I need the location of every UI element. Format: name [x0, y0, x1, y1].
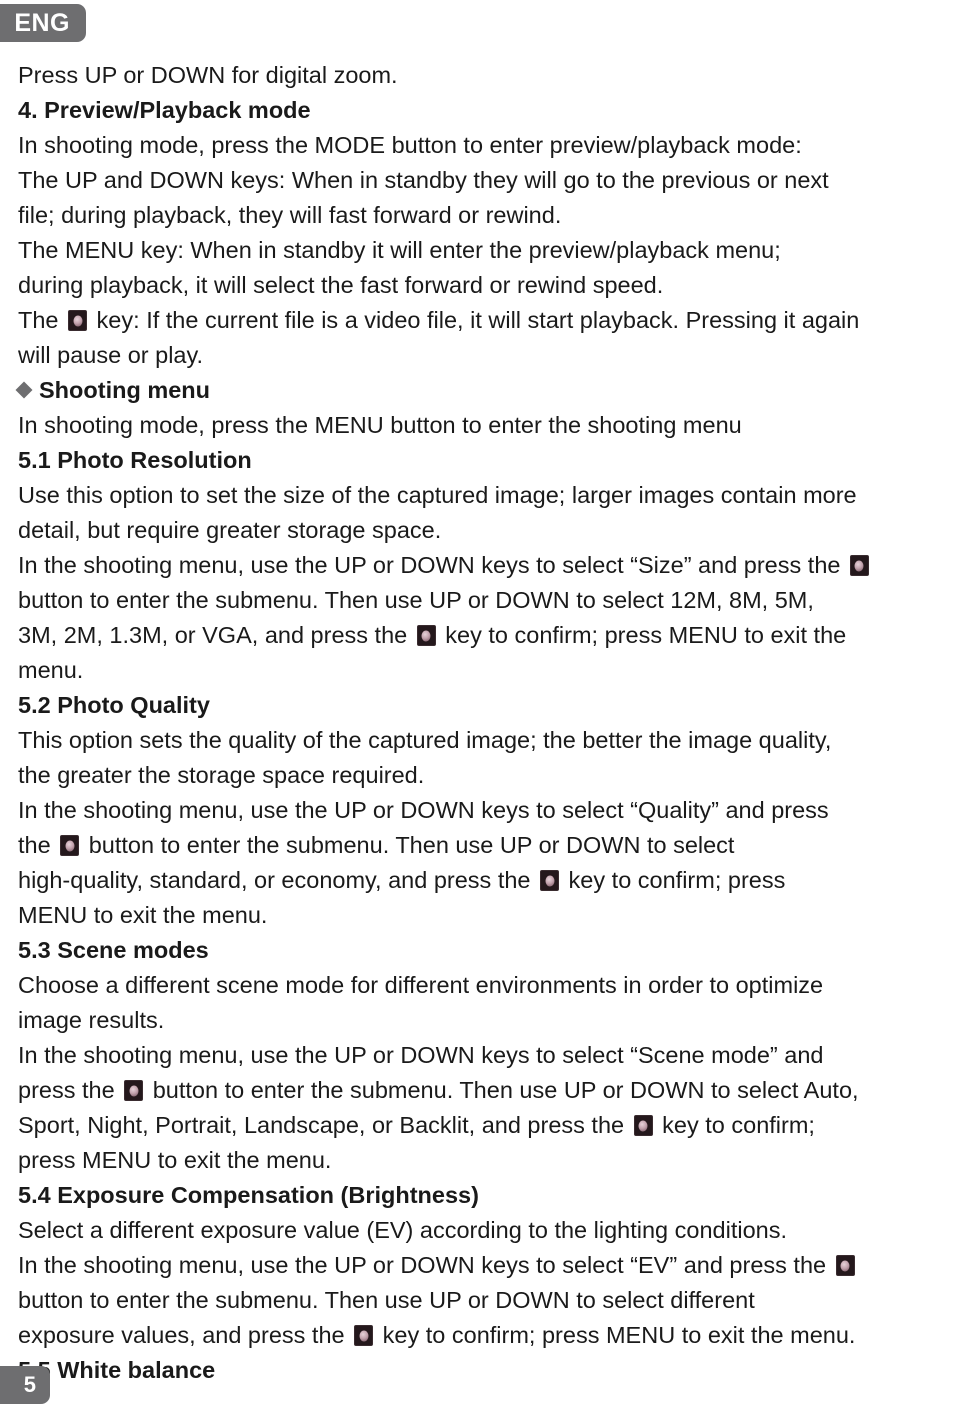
document-body: Press UP or DOWN for digital zoom. 4. Pre…: [15, 58, 952, 1388]
camera-shutter-key-icon: [124, 1080, 144, 1101]
text-run: button to enter the submenu. Then use UP…: [18, 587, 814, 613]
section-heading: Shooting menu: [15, 373, 952, 408]
body-line: will pause or play.: [18, 338, 952, 373]
language-badge-label: ENG: [14, 8, 70, 37]
page-number-label: 5: [23, 1372, 36, 1397]
body-line: button to enter the submenu. Then use UP…: [18, 1283, 952, 1318]
body-line: press the button to enter the submenu. T…: [18, 1073, 952, 1108]
body-line: button to enter the submenu. Then use UP…: [18, 583, 952, 618]
text-run: will pause or play.: [18, 342, 204, 368]
body-line: detail, but require greater storage spac…: [18, 513, 952, 548]
text-run: 5.3 Scene modes: [18, 937, 209, 963]
text-run: the greater the storage space required.: [18, 762, 425, 788]
body-line: file; during playback, they will fast fo…: [18, 198, 952, 233]
text-run: This option sets the quality of the capt…: [18, 727, 832, 753]
text-run: button to enter the submenu. Then use UP…: [18, 1287, 755, 1313]
section-heading: 5.3 Scene modes: [18, 933, 952, 968]
body-line: MENU to exit the menu.: [18, 898, 952, 933]
text-run: The MENU key: When in standby it will en…: [18, 237, 781, 263]
text-run: In the shooting menu, use the UP or DOWN…: [18, 1042, 824, 1068]
body-line: In the shooting menu, use the UP or DOWN…: [18, 793, 952, 828]
body-line: the greater the storage space required.: [18, 758, 952, 793]
section-heading: 5.2 Photo Quality: [18, 688, 952, 723]
body-line: press MENU to exit the menu.: [18, 1143, 952, 1178]
text-run: MENU to exit the menu.: [18, 902, 268, 928]
text-run: press the: [18, 1077, 122, 1103]
text-run: menu.: [18, 657, 84, 683]
section-heading: 5.1 Photo Resolution: [18, 443, 952, 478]
body-line: Use this option to set the size of the c…: [18, 478, 952, 513]
section-heading: 5.4 Exposure Compensation (Brightness): [18, 1178, 952, 1213]
text-run: In shooting mode, press the MENU button …: [18, 412, 742, 438]
text-run: press MENU to exit the menu.: [18, 1147, 332, 1173]
text-run: key to confirm; press: [562, 867, 786, 893]
text-run: In the shooting menu, use the UP or DOWN…: [18, 552, 847, 578]
text-run: button to enter the submenu. Then use UP…: [146, 1077, 859, 1103]
camera-shutter-key-icon: [540, 870, 560, 891]
body-line: the button to enter the submenu. Then us…: [18, 828, 952, 863]
section-heading: 5.5 White balance: [18, 1353, 952, 1388]
text-run: the: [18, 832, 58, 858]
text-run: 5.1 Photo Resolution: [18, 447, 252, 473]
text-run: high-quality, standard, or economy, and …: [18, 867, 538, 893]
body-line: Sport, Night, Portrait, Landscape, or Ba…: [18, 1108, 952, 1143]
camera-shutter-key-icon: [354, 1325, 374, 1346]
camera-shutter-key-icon: [633, 1115, 653, 1136]
text-run: 4. Preview/Playback mode: [18, 97, 311, 123]
diamond-bullet-icon: [15, 381, 33, 399]
camera-shutter-key-icon: [68, 310, 88, 331]
camera-shutter-key-icon: [835, 1255, 855, 1276]
body-line: image results.: [18, 1003, 952, 1038]
body-line: In shooting mode, press the MENU button …: [18, 408, 952, 443]
text-run: during playback, it will select the fast…: [18, 272, 664, 298]
text-run: In the shooting menu, use the UP or DOWN…: [18, 1252, 833, 1278]
body-line: The key: If the current file is a video …: [18, 303, 952, 338]
body-line: Choose a different scene mode for differ…: [18, 968, 952, 1003]
text-run: The UP and DOWN keys: When in standby th…: [18, 167, 829, 193]
page-number-badge: 5: [0, 1366, 50, 1404]
text-run: Select a different exposure value (EV) a…: [18, 1217, 787, 1243]
text-run: The: [18, 307, 66, 333]
body-line: menu.: [18, 653, 952, 688]
camera-shutter-key-icon: [60, 835, 80, 856]
text-run: 5.2 Photo Quality: [18, 692, 210, 718]
body-line: Press UP or DOWN for digital zoom.: [18, 58, 952, 93]
language-badge: ENG: [0, 4, 86, 42]
text-run: file; during playback, they will fast fo…: [18, 202, 562, 228]
text-run: Press UP or DOWN for digital zoom.: [18, 62, 398, 88]
body-line: exposure values, and press the key to co…: [18, 1318, 952, 1353]
text-run: detail, but require greater storage spac…: [18, 517, 442, 543]
camera-shutter-key-icon: [416, 625, 436, 646]
text-run: image results.: [18, 1007, 165, 1033]
camera-shutter-key-icon: [849, 555, 869, 576]
body-line: The MENU key: When in standby it will en…: [18, 233, 952, 268]
text-run: key to confirm; press MENU to exit the: [438, 622, 847, 648]
body-line: The UP and DOWN keys: When in standby th…: [18, 163, 952, 198]
body-line: during playback, it will select the fast…: [18, 268, 952, 303]
text-run: Sport, Night, Portrait, Landscape, or Ba…: [18, 1112, 631, 1138]
text-run: 5.4 Exposure Compensation (Brightness): [18, 1182, 479, 1208]
text-run: In the shooting menu, use the UP or DOWN…: [18, 797, 829, 823]
text-run: Use this option to set the size of the c…: [18, 482, 857, 508]
text-run: key: If the current file is a video file…: [90, 307, 860, 333]
text-run: key to confirm;: [655, 1112, 815, 1138]
text-run: Choose a different scene mode for differ…: [18, 972, 824, 998]
body-line: In the shooting menu, use the UP or DOWN…: [18, 548, 952, 583]
text-run: Shooting menu: [39, 377, 211, 403]
text-run: button to enter the submenu. Then use UP…: [82, 832, 735, 858]
text-run: exposure values, and press the: [18, 1322, 352, 1348]
body-line: high-quality, standard, or economy, and …: [18, 863, 952, 898]
text-run: In shooting mode, press the MODE button …: [18, 132, 802, 158]
body-line: Select a different exposure value (EV) a…: [18, 1213, 952, 1248]
section-heading: 4. Preview/Playback mode: [18, 93, 952, 128]
text-run: 3M, 2M, 1.3M, or VGA, and press the: [18, 622, 414, 648]
body-line: This option sets the quality of the capt…: [18, 723, 952, 758]
body-line: 3M, 2M, 1.3M, or VGA, and press the key …: [18, 618, 952, 653]
body-line: In the shooting menu, use the UP or DOWN…: [18, 1248, 952, 1283]
body-line: In the shooting menu, use the UP or DOWN…: [18, 1038, 952, 1073]
text-run: key to confirm; press MENU to exit the m…: [376, 1322, 856, 1348]
body-line: In shooting mode, press the MODE button …: [18, 128, 952, 163]
